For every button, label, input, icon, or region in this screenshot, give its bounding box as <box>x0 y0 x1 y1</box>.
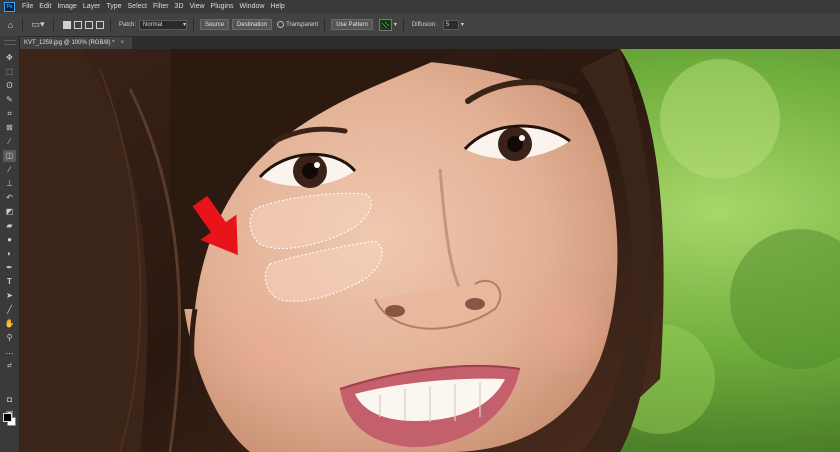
options-bar: ⌂ ▭▾ Patch: Normal ▾ Source Destination … <box>0 13 840 37</box>
crop-icon[interactable]: ⌗ <box>3 108 16 120</box>
zoom-icon[interactable]: ⚲ <box>3 332 16 344</box>
path-select-icon[interactable]: ➤ <box>3 290 16 302</box>
close-icon[interactable]: × <box>120 40 124 46</box>
type-icon[interactable]: T <box>3 276 16 288</box>
pen-icon[interactable]: ✒ <box>3 262 16 274</box>
swap-colors-icon[interactable]: ⇄ <box>3 360 16 372</box>
menu-filter[interactable]: Filter <box>150 3 172 10</box>
marquee-icon[interactable]: ⬚ <box>3 66 16 78</box>
quick-select-icon[interactable]: ✎ <box>3 94 16 106</box>
new-selection-icon[interactable] <box>63 20 71 29</box>
menu-image[interactable]: Image <box>54 3 79 10</box>
transparent-label: Transparent <box>286 21 319 28</box>
document-tab[interactable]: KVT_1259.jpg @ 100% (RGB/8) * × <box>20 37 132 49</box>
radio-icon <box>277 21 285 28</box>
menu-3d[interactable]: 3D <box>172 3 187 10</box>
menu-edit[interactable]: Edit <box>36 3 54 10</box>
tool-preset-icon[interactable]: ▭▾ <box>29 19 47 30</box>
divider <box>324 17 326 32</box>
divider <box>22 17 23 32</box>
divider <box>402 17 404 32</box>
pattern-dropdown-icon[interactable]: ▾ <box>394 21 397 28</box>
diffusion-dropdown-icon[interactable]: ▾ <box>461 21 464 28</box>
lasso-icon[interactable]: ʘ <box>3 80 16 92</box>
menu-layer[interactable]: Layer <box>80 3 104 10</box>
transparent-toggle[interactable]: Transparent <box>277 21 318 28</box>
eyedropper-icon[interactable]: ⁄ <box>3 136 16 148</box>
use-pattern-button[interactable]: Use Pattern <box>331 19 373 30</box>
clone-stamp-icon[interactable]: ⊥ <box>3 178 16 190</box>
intersect-selection-icon[interactable] <box>96 20 104 29</box>
home-icon[interactable]: ⌂ <box>5 20 16 30</box>
menu-select[interactable]: Select <box>125 3 150 10</box>
more-icon[interactable]: ⋯ <box>3 348 16 360</box>
line-icon[interactable]: ╱ <box>3 304 16 316</box>
eraser-icon[interactable]: ◩ <box>3 206 16 218</box>
chevron-down-icon: ▾ <box>183 22 187 28</box>
blur-icon[interactable]: ● <box>3 234 16 246</box>
add-selection-icon[interactable] <box>74 20 82 29</box>
gradient-icon[interactable]: ▰ <box>3 220 16 232</box>
divider <box>53 17 54 32</box>
patch-icon[interactable]: ◫ <box>3 150 16 162</box>
foreground-color[interactable] <box>3 413 12 422</box>
divider <box>193 17 195 32</box>
tools-panel: ✥ ⬚ ʘ ✎ ⌗ ⊠ ⁄ ◫ ∕ ⊥ ↶ ◩ ▰ ● ◐ ✒ T ➤ ╱ ✋ … <box>0 36 20 452</box>
document-title: KVT_1259.jpg @ 100% (RGB/8) * <box>24 40 115 46</box>
pattern-swatch[interactable] <box>378 18 392 31</box>
menu-help[interactable]: Help <box>267 3 287 10</box>
patch-mode-select[interactable]: Normal ▾ <box>139 19 188 30</box>
frame-icon[interactable]: ⊠ <box>3 122 16 134</box>
hand-icon[interactable]: ✋ <box>3 318 16 330</box>
divider <box>110 17 111 32</box>
document-tab-bar: KVT_1259.jpg @ 100% (RGB/8) * × <box>20 37 840 49</box>
diffusion-input[interactable]: 5 <box>442 19 459 30</box>
patch-label: Patch: <box>119 21 137 28</box>
diffusion-label: Diffusion: <box>411 21 437 28</box>
move-icon[interactable]: ✥ <box>3 52 16 64</box>
photo-image <box>20 49 840 452</box>
menu-bar: Ps File Edit Image Layer Type Select Fil… <box>0 0 840 13</box>
menu-view[interactable]: View <box>187 3 208 10</box>
history-brush-icon[interactable]: ↶ <box>3 192 16 204</box>
menu-file[interactable]: File <box>19 3 36 10</box>
brush-icon[interactable]: ∕ <box>3 164 16 176</box>
menu-type[interactable]: Type <box>103 3 124 10</box>
subtract-selection-icon[interactable] <box>85 20 93 29</box>
dodge-icon[interactable]: ◐ <box>3 248 16 260</box>
photoshop-logo: Ps <box>4 1 15 12</box>
panel-grip[interactable] <box>3 40 16 45</box>
destination-button[interactable]: Destination <box>232 19 273 30</box>
patch-mode-value: Normal <box>143 21 163 28</box>
source-button[interactable]: Source <box>200 19 230 30</box>
menu-window[interactable]: Window <box>237 3 268 10</box>
document-canvas[interactable] <box>20 49 840 452</box>
menu-plugins[interactable]: Plugins <box>208 3 237 10</box>
quick-mask-icon[interactable]: ◘ <box>3 394 16 406</box>
